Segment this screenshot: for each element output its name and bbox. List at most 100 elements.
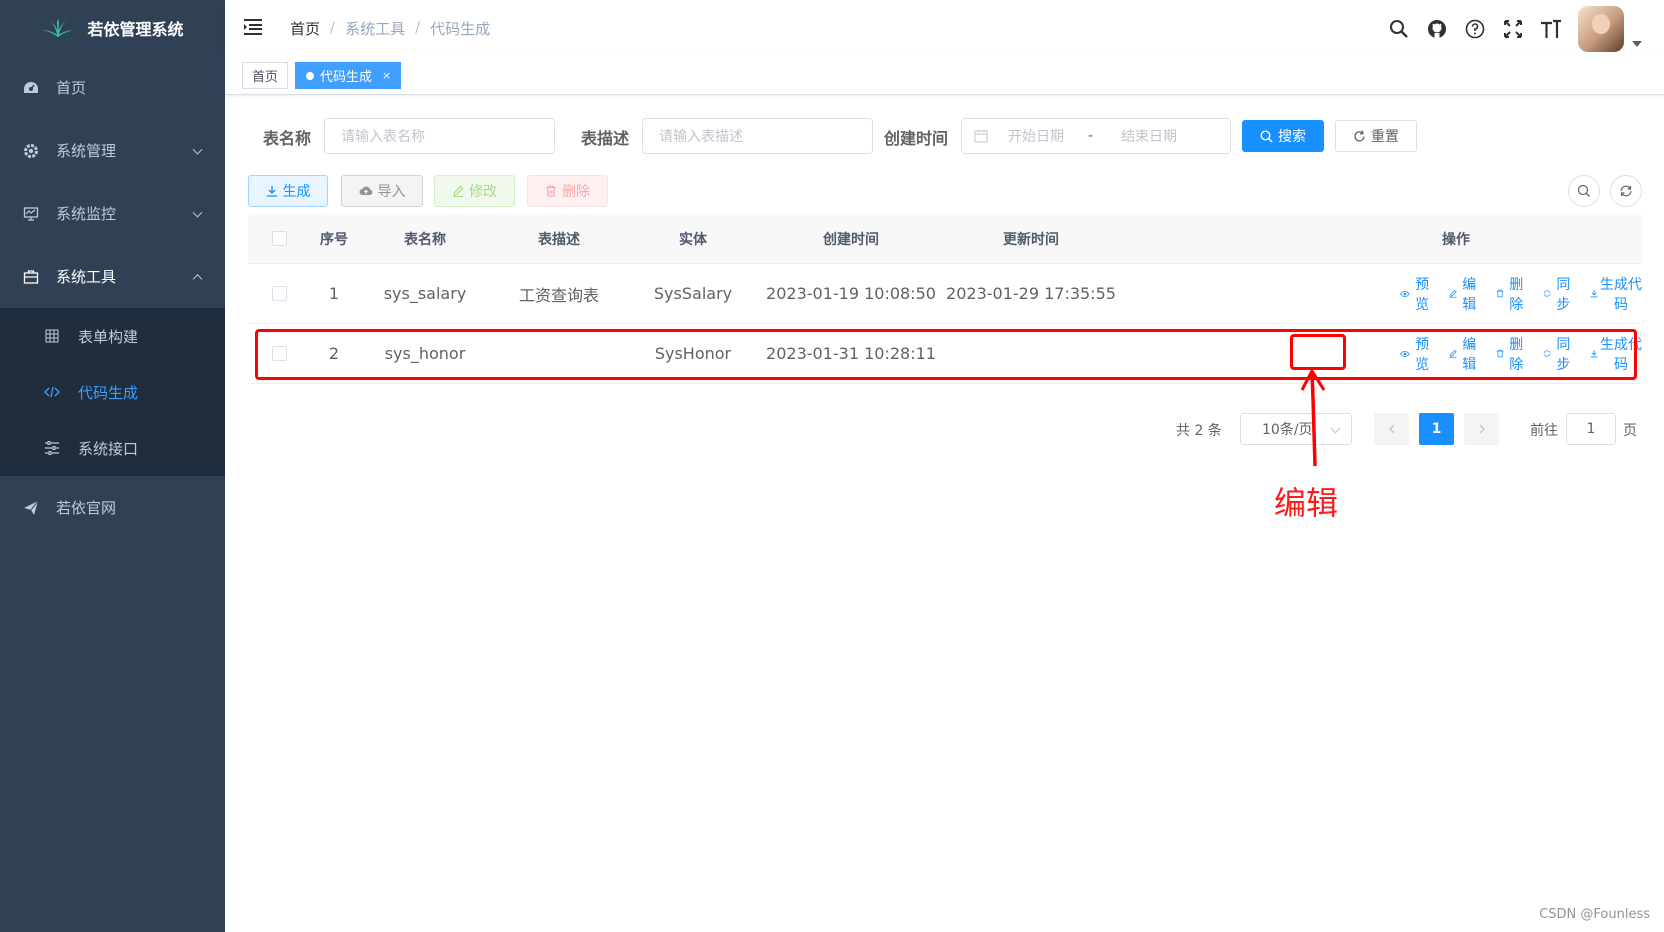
cloud-upload-icon — [359, 186, 372, 195]
search-button[interactable]: 搜索 — [1242, 120, 1324, 152]
annotation-arrow — [1300, 368, 1326, 467]
table-row: 1 sys_salary 工资查询表 SysSalary 2023-01-19 … — [248, 264, 1642, 324]
breadcrumb-current: 代码生成 — [430, 20, 491, 38]
download-icon — [266, 186, 277, 197]
table-header: 序号 表名称 表描述 实体 创建时间 更新时间 操作 — [248, 214, 1642, 264]
search-icon — [1577, 184, 1590, 197]
app-root: 若依管理系统 首页 系统管理 系统监控 系统工具 表单构建 代码生成 系统接口 … — [0, 0, 1664, 932]
avatar[interactable] — [1578, 6, 1624, 52]
breadcrumb-home[interactable]: 首页 — [290, 18, 320, 39]
edit-link[interactable]: 编辑 — [1449, 274, 1480, 314]
navbar: 首页 / 系统工具 / 代码生成 — [225, 0, 1664, 56]
font-size-icon[interactable] — [1540, 18, 1562, 40]
tag-label: 首页 — [252, 70, 279, 85]
caret-down-icon[interactable] — [1632, 41, 1642, 47]
edit-icon — [453, 185, 464, 197]
preview-link[interactable]: 预览 — [1400, 274, 1433, 314]
refresh-icon — [1354, 129, 1365, 141]
tag-code-gen[interactable]: 代码生成 × — [295, 62, 402, 89]
refresh-icon — [1620, 185, 1632, 197]
delete-label: 删除 — [1509, 276, 1524, 313]
sidebar-item-home[interactable]: 首页 — [0, 56, 225, 119]
row-entity: SysSalary — [653, 284, 733, 303]
goto-page-input[interactable]: 1 — [1566, 413, 1616, 445]
sidebar-item-monitor[interactable]: 系统监控 — [0, 182, 225, 245]
sidebar-item-form-builder[interactable]: 表单构建 — [0, 308, 225, 364]
help-icon[interactable] — [1464, 18, 1486, 40]
close-icon[interactable]: × — [382, 69, 391, 82]
sidebar-item-website[interactable]: 若依官网 — [0, 476, 225, 539]
sidebar-item-label: 系统监控 — [56, 205, 117, 223]
delete-link[interactable]: 删除 — [1496, 274, 1527, 314]
generate-button[interactable]: 生成 — [248, 175, 328, 207]
sidebar-item-tools[interactable]: 系统工具 — [0, 245, 225, 308]
sync-link[interactable]: 同步 — [1543, 274, 1574, 314]
dashboard-icon — [22, 79, 40, 97]
logo[interactable]: 若依管理系统 — [0, 0, 225, 56]
chevron-left-icon — [1388, 424, 1394, 434]
select-all-checkbox[interactable] — [271, 231, 287, 246]
refresh-button[interactable] — [1610, 175, 1642, 207]
sync-label: 同步 — [1556, 276, 1571, 313]
search-icon[interactable] — [1388, 18, 1410, 40]
preview-label: 预览 — [1415, 276, 1430, 313]
header-index: 序号 — [320, 231, 348, 248]
breadcrumb-separator: / — [415, 18, 421, 36]
goto-unit: 页 — [1623, 423, 1637, 439]
pagination-total: 共 2 条 — [1176, 423, 1222, 439]
import-button[interactable]: 导入 — [341, 175, 423, 207]
table-desc-input[interactable]: 请输入表描述 — [642, 118, 873, 154]
prev-page-button[interactable] — [1374, 413, 1409, 445]
fullscreen-icon[interactable] — [1502, 18, 1524, 40]
code-icon — [44, 384, 60, 400]
sliders-icon — [44, 440, 60, 456]
sidebar-item-system[interactable]: 系统管理 — [0, 119, 225, 182]
watermark: CSDN @Founless — [1539, 907, 1650, 922]
monitor-icon — [22, 205, 40, 223]
chevron-down-icon — [192, 144, 203, 155]
send-icon — [22, 499, 40, 517]
start-date-input[interactable]: 开始日期 — [1008, 126, 1064, 146]
edit-button-label: 修改 — [469, 184, 497, 200]
next-page-button[interactable] — [1464, 413, 1499, 445]
row-checkbox[interactable] — [271, 286, 287, 301]
end-date-input[interactable]: 结束日期 — [1121, 126, 1177, 146]
hamburger-icon[interactable] — [243, 17, 263, 37]
refresh-icon — [1543, 290, 1551, 297]
header-updated: 更新时间 — [1003, 231, 1059, 248]
toggle-search-button[interactable] — [1568, 175, 1600, 207]
date-range-picker[interactable]: 开始日期 - 结束日期 — [961, 118, 1231, 154]
header-actions: 操作 — [1442, 231, 1470, 248]
trash-icon — [1496, 289, 1504, 298]
sidebar-item-label: 系统接口 — [78, 439, 139, 458]
sidebar-item-label: 表单构建 — [78, 327, 139, 346]
tag-active-dot — [306, 71, 314, 80]
sidebar: 若依管理系统 首页 系统管理 系统监控 系统工具 表单构建 代码生成 系统接口 … — [0, 0, 225, 932]
eye-icon — [1400, 290, 1410, 297]
app-title: 若依管理系统 — [87, 20, 184, 39]
row-created: 2023-01-19 10:08:50 — [766, 284, 936, 303]
header-created: 创建时间 — [823, 231, 879, 248]
search-button-label: 搜索 — [1278, 129, 1306, 145]
gen-code-link[interactable]: 生成代码 — [1590, 274, 1642, 314]
search-icon — [1260, 129, 1273, 143]
trash-icon — [546, 185, 556, 197]
table-icon — [44, 328, 60, 344]
tag-home[interactable]: 首页 — [242, 62, 289, 89]
sidebar-item-api[interactable]: 系统接口 — [0, 420, 225, 476]
chevron-up-icon — [192, 273, 203, 284]
navbar-right — [1388, 6, 1642, 52]
table-name-input[interactable]: 请输入表名称 — [324, 118, 555, 154]
chevron-right-icon — [1479, 424, 1485, 434]
annotation-label: 编辑 — [1274, 484, 1339, 522]
header-table-desc: 表描述 — [538, 231, 580, 248]
edit-button[interactable]: 修改 — [434, 175, 515, 207]
generate-button-label: 生成 — [282, 184, 311, 200]
delete-button[interactable]: 删除 — [527, 175, 608, 207]
header-entity: 实体 — [679, 231, 707, 248]
table-name-label: 表名称 — [263, 129, 312, 148]
page-number[interactable]: 1 — [1419, 413, 1454, 445]
github-icon[interactable] — [1426, 18, 1448, 40]
sidebar-item-code-gen[interactable]: 代码生成 — [0, 364, 225, 420]
reset-button[interactable]: 重置 — [1335, 120, 1417, 152]
